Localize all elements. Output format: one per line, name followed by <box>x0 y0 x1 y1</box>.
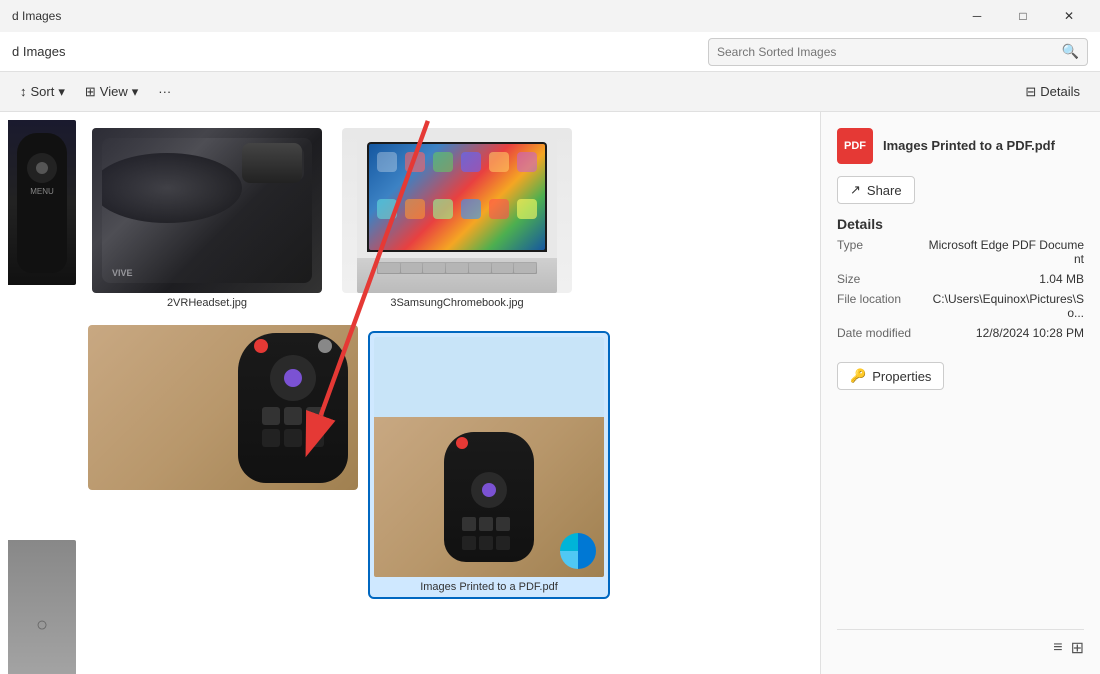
properties-button[interactable]: 🔑 Properties <box>837 362 944 390</box>
sort-chevron-icon: ▾ <box>58 84 65 100</box>
detail-key-type: Type <box>837 238 863 266</box>
pdf-dpad-center <box>482 483 496 497</box>
sort-button[interactable]: ↕ Sort ▾ <box>12 80 73 104</box>
details-filename: Images Printed to a PDF.pdf <box>883 138 1055 155</box>
view-button[interactable]: ⊞ View ▾ <box>77 80 146 104</box>
titlebar-controls: ─ □ ✕ <box>954 0 1092 32</box>
maximize-button[interactable]: □ <box>1000 0 1046 32</box>
details-section-title: Details <box>837 216 1084 232</box>
sort-icon: ↕ <box>20 84 27 99</box>
share-button[interactable]: ↗ Share <box>837 176 915 204</box>
titlebar: d Images ─ □ ✕ <box>0 0 1100 32</box>
chromebook-thumbnail <box>342 128 572 293</box>
detail-key-location: File location <box>837 292 901 320</box>
minimize-button[interactable]: ─ <box>954 0 1000 32</box>
detail-key-modified: Date modified <box>837 326 911 340</box>
image-filename: Images Printed to a PDF.pdf <box>420 581 558 593</box>
share-label: Share <box>867 183 902 198</box>
search-box[interactable]: 🔍 <box>708 38 1088 66</box>
pdf-dpad <box>471 472 507 508</box>
image-filename: 3SamsungChromebook.jpg <box>390 297 523 309</box>
detail-row-modified: Date modified 12/8/2024 10:28 PM <box>837 326 1084 340</box>
details-label: Details <box>1040 84 1080 99</box>
image-grid: MENU VIVE 2VRHeadset.jpg <box>8 120 812 601</box>
sort-label: Sort <box>31 84 55 99</box>
details-file-header: PDF Images Printed to a PDF.pdf <box>837 128 1084 164</box>
search-icon: 🔍 <box>1062 43 1079 60</box>
pdf-file-icon: PDF <box>837 128 873 164</box>
pdf-thumb-content <box>374 417 604 577</box>
view-icon: ⊞ <box>85 84 96 100</box>
partial-left-bottom-image: ○ <box>8 540 76 674</box>
image-filename: 2VRHeadset.jpg <box>167 297 247 309</box>
detail-row-size: Size 1.04 MB <box>837 272 1084 286</box>
search-input[interactable] <box>717 45 1062 59</box>
partial-right-remote-image <box>88 325 358 490</box>
main-layout: MENU VIVE 2VRHeadset.jpg <box>0 112 1100 674</box>
file-area: MENU VIVE 2VRHeadset.jpg <box>0 112 820 674</box>
detail-row-type: Type Microsoft Edge PDF Document <box>837 238 1084 266</box>
view-label: View <box>100 84 128 99</box>
details-panel: PDF Images Printed to a PDF.pdf ↗ Share … <box>820 112 1100 674</box>
detail-value-type: Microsoft Edge PDF Document <box>924 238 1084 266</box>
pdf-thumb-top <box>374 337 604 417</box>
grid-view-button[interactable]: ⊞ <box>1071 638 1084 658</box>
details-section: Details Type Microsoft Edge PDF Document… <box>837 216 1084 346</box>
detail-row-location: File location C:\Users\Equinox\Pictures\… <box>837 292 1084 320</box>
toolbar: ↕ Sort ▾ ⊞ View ▾ ··· ⊟ Details <box>0 72 1100 112</box>
more-options-button[interactable]: ··· <box>150 80 179 103</box>
view-chevron-icon: ▾ <box>132 84 139 100</box>
close-button[interactable]: ✕ <box>1046 0 1092 32</box>
properties-label: Properties <box>872 369 931 384</box>
list-item[interactable]: VIVE 2VRHeadset.jpg <box>88 124 326 313</box>
details-spacer <box>837 402 1084 617</box>
properties-icon: 🔑 <box>850 368 866 384</box>
share-icon: ↗ <box>850 182 861 198</box>
pdf-remote-graphic <box>444 432 534 562</box>
pdf-icon-label: PDF <box>844 140 866 152</box>
partial-left-top-image: MENU <box>8 120 76 285</box>
vr-headset-thumbnail: VIVE <box>92 128 322 293</box>
edge-logo <box>560 533 596 569</box>
list-view-button[interactable]: ≡ <box>1053 638 1062 658</box>
titlebar-title: d Images <box>12 9 61 23</box>
view-toggle-area: ≡ ⊞ <box>837 629 1084 658</box>
list-item[interactable]: 3SamsungChromebook.jpg <box>338 124 576 313</box>
detail-key-size: Size <box>837 272 860 286</box>
details-button[interactable]: ⊟ Details <box>1017 80 1088 104</box>
details-icon: ⊟ <box>1025 84 1036 100</box>
more-icon: ··· <box>158 84 171 99</box>
addressbar: d Images 🔍 <box>0 32 1100 72</box>
detail-value-modified: 12/8/2024 10:28 PM <box>976 326 1084 340</box>
detail-value-size: 1.04 MB <box>1039 272 1084 286</box>
list-item[interactable]: Images Printed to a PDF.pdf <box>370 333 608 597</box>
detail-value-location: C:\Users\Equinox\Pictures\So... <box>924 292 1084 320</box>
pdf-thumbnail <box>374 337 604 577</box>
breadcrumb: d Images <box>12 44 700 59</box>
